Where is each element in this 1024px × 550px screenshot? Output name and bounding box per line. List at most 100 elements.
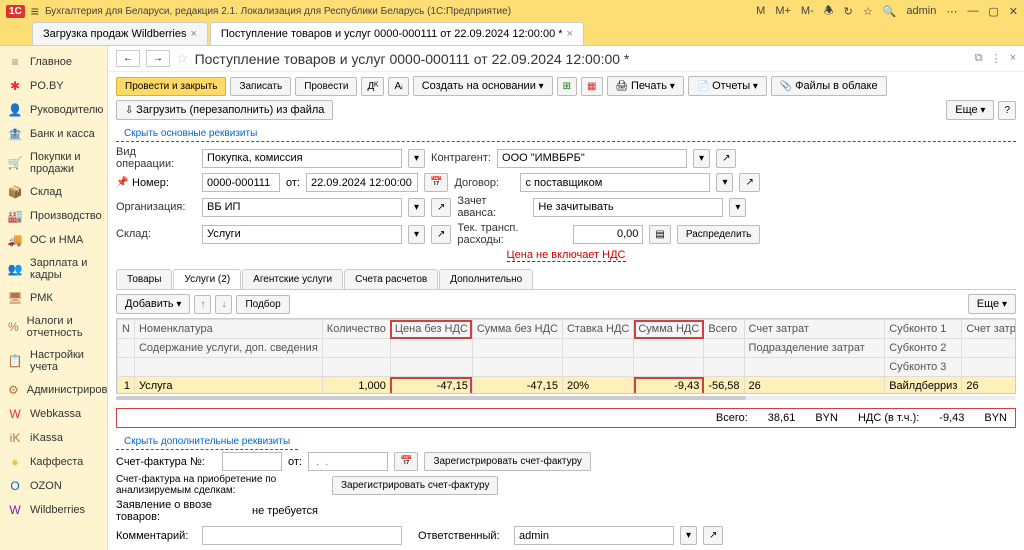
zach-dd-icon[interactable]: ▾ [729, 198, 746, 217]
otv-open-icon[interactable]: ↗ [703, 526, 723, 545]
sidebar-item[interactable]: ●Каффеста [0, 450, 107, 474]
excel-icon[interactable]: ⊞ [557, 77, 577, 96]
org-dd-icon[interactable]: ▾ [408, 198, 425, 217]
at-icon[interactable]: Аᵢ [388, 77, 408, 96]
vid-dd-icon[interactable]: ▾ [408, 149, 425, 168]
print-button[interactable]: 🖨 Печать ▾ [607, 76, 684, 96]
sidebar-item[interactable]: 🚚ОС и НМА [0, 228, 107, 252]
col-header[interactable]: Счет затрат (НУ) [962, 320, 1016, 339]
col-header[interactable]: Номенклатура [134, 320, 322, 339]
dog-dd-icon[interactable]: ▾ [716, 173, 733, 192]
sidebar-item[interactable]: ⚙Администрирование [0, 378, 107, 402]
sidebar-item[interactable]: 🏭Производство [0, 204, 107, 228]
nav-fwd-icon[interactable]: → [146, 50, 170, 67]
load-file-button[interactable]: ⇩ Загрузить (перезаполнить) из файла [116, 100, 333, 120]
sklad-open-icon[interactable]: ↗ [431, 225, 451, 244]
menu-dots-icon[interactable]: ⋯ [946, 5, 957, 18]
image-icon[interactable]: ▦ [581, 77, 602, 96]
kontr-input[interactable] [497, 149, 687, 168]
bell-icon[interactable]: 🕭 [824, 2, 834, 21]
table-row[interactable]: 1Услуга1,000-47,15-47,1520%-9,43-56,5826… [118, 377, 1017, 395]
dk-icon[interactable]: Дᴷ [361, 77, 384, 96]
doc-tab[interactable]: Дополнительно [439, 269, 533, 289]
otv-input[interactable] [514, 526, 674, 545]
doc-tab[interactable]: Счета расчетов [344, 269, 438, 289]
col-header[interactable]: Сумма НДС [634, 320, 704, 339]
fav-star-icon[interactable]: ☆ [176, 50, 189, 67]
calendar-icon[interactable]: 📅 [424, 173, 448, 192]
menu-icon[interactable]: ≡ [31, 3, 39, 19]
tab-close-icon[interactable]: × [190, 28, 196, 40]
doc-tab[interactable]: Товары [116, 269, 172, 289]
col-header[interactable]: N [118, 320, 135, 339]
col-header[interactable]: Количество [322, 320, 390, 339]
tab-more-button[interactable]: Еще ▾ [968, 294, 1016, 314]
add-row-button[interactable]: Добавить ▾ [116, 294, 190, 314]
col-header[interactable]: Цена без НДС [390, 320, 472, 339]
sklad-input[interactable] [202, 225, 402, 244]
minimize-icon[interactable]: — [967, 5, 978, 17]
tab-close-icon[interactable]: × [567, 28, 573, 40]
sidebar-item[interactable]: 🛒Покупки и продажи [0, 146, 107, 180]
options-icon[interactable]: ⋮ [991, 52, 1002, 65]
doc-tab[interactable]: Агентские услуги [242, 269, 343, 289]
close-icon[interactable]: ✕ [1009, 5, 1018, 18]
sf-date-input[interactable] [308, 452, 388, 471]
sf-reg-button[interactable]: Зарегистрировать счет-фактуру [424, 452, 590, 471]
mem-mminus[interactable]: M- [801, 5, 814, 17]
sidebar-item[interactable]: 📦Склад [0, 180, 107, 204]
post-close-button[interactable]: Провести и закрыть [116, 77, 226, 96]
row-up-icon[interactable]: ↑ [194, 295, 211, 314]
window-tab-wb[interactable]: Загрузка продаж Wildberries × [32, 22, 208, 45]
help-icon[interactable]: ? [998, 101, 1016, 120]
col-header[interactable]: Ставка НДС [562, 320, 633, 339]
hide-extra-link[interactable]: Скрыть дополнительные реквизиты [116, 434, 298, 450]
sidebar-item[interactable]: WWebkassa [0, 402, 107, 426]
search-icon[interactable]: 🔍 [883, 5, 897, 18]
sf-priob-button[interactable]: Зарегистрировать счет-фактуру [332, 476, 498, 495]
row-down-icon[interactable]: ↓ [215, 295, 232, 314]
sidebar-item[interactable]: iKiKassa [0, 426, 107, 450]
user-label[interactable]: admin [906, 5, 936, 17]
col-header[interactable]: Сумма без НДС [472, 320, 562, 339]
cloud-files-button[interactable]: 📎 Файлы в облаке [771, 76, 887, 96]
detach-icon[interactable]: ⧉ [975, 52, 983, 65]
services-table[interactable]: NНоменклатураКоличествоЦена без НДССумма… [116, 318, 1016, 394]
zach-input[interactable] [533, 198, 723, 217]
star-icon[interactable]: ☆ [863, 5, 873, 18]
col-header[interactable]: Субконто 1 [885, 320, 962, 339]
sklad-dd-icon[interactable]: ▾ [408, 225, 425, 244]
col-header[interactable]: Счет затрат [744, 320, 885, 339]
sidebar-item[interactable]: 📋Настройки учета [0, 344, 107, 378]
dog-open-icon[interactable]: ↗ [739, 173, 759, 192]
sidebar-item[interactable]: WWildberries [0, 498, 107, 522]
table-scrollbar[interactable] [116, 396, 1016, 400]
price-note-link[interactable]: Цена не включает НДС [507, 249, 626, 262]
mem-mplus[interactable]: M+ [775, 5, 791, 17]
sidebar-item[interactable]: ✱PO.BY [0, 74, 107, 98]
sidebar-item[interactable]: 👤Руководителю [0, 98, 107, 122]
nav-back-icon[interactable]: ← [116, 50, 140, 67]
post-button[interactable]: Провести [295, 77, 357, 96]
hide-main-link[interactable]: Скрыть основные реквизиты [116, 126, 1016, 142]
sf-cal-icon[interactable]: 📅 [394, 452, 418, 471]
write-button[interactable]: Записать [230, 77, 291, 96]
calc-icon[interactable]: ▤ [649, 225, 670, 244]
close-doc-icon[interactable]: × [1010, 52, 1016, 65]
sidebar-item[interactable]: ≡Главное [0, 50, 107, 74]
doc-tab[interactable]: Услуги (2) [173, 269, 241, 289]
num-input[interactable] [202, 173, 280, 192]
raspr-button[interactable]: Распределить [677, 225, 761, 244]
date-input[interactable] [306, 173, 418, 192]
org-open-icon[interactable]: ↗ [431, 198, 451, 217]
history-icon[interactable]: ↻ [844, 5, 853, 18]
sidebar-item[interactable]: OOZON [0, 474, 107, 498]
col-header[interactable]: Всего [704, 320, 744, 339]
create-based-button[interactable]: Создать на основании ▾ [413, 76, 553, 96]
sidebar-item[interactable]: 🏦Банк и касса [0, 122, 107, 146]
reports-button[interactable]: 📄 Отчеты ▾ [688, 76, 767, 96]
org-input[interactable] [202, 198, 402, 217]
select-button[interactable]: Подбор [236, 295, 289, 314]
vid-input[interactable] [202, 149, 402, 168]
dog-input[interactable] [520, 173, 710, 192]
